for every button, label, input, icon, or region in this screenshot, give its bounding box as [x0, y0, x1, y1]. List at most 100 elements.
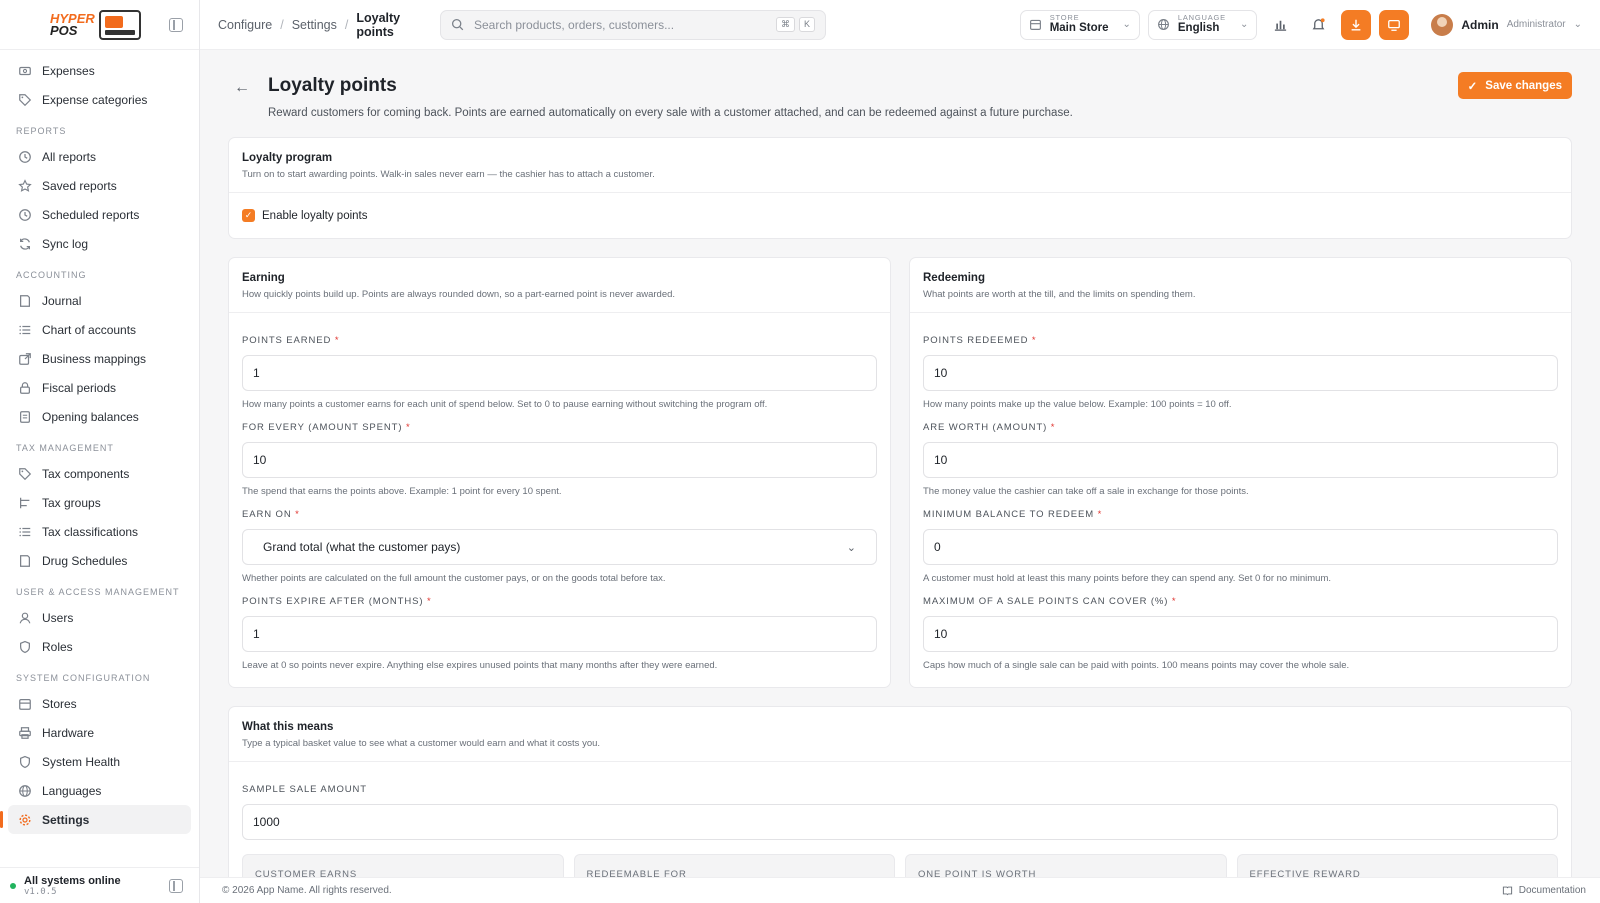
- sidebar-item-saved-reports[interactable]: Saved reports: [8, 171, 191, 200]
- sidebar-item-languages[interactable]: Languages: [8, 776, 191, 805]
- required-marker: *: [295, 509, 300, 520]
- card-body: ✓ Enable loyalty points: [229, 193, 1571, 238]
- avatar: [1431, 13, 1454, 36]
- sidebar-item-chart-of-accounts[interactable]: Chart of accounts: [8, 315, 191, 344]
- stat-redeemable-for: REDEEMABLE FOR: [573, 854, 895, 877]
- monitor-icon: [1388, 19, 1401, 31]
- page-header: ← Loyalty points Reward customers for co…: [228, 70, 1572, 119]
- expire-months-label-text: POINTS EXPIRE AFTER (MONTHS): [242, 596, 424, 607]
- analytics-button[interactable]: [1265, 10, 1295, 40]
- sidebar-item-tax-classifications[interactable]: Tax classifications: [8, 517, 191, 546]
- min-balance-input[interactable]: 0: [923, 529, 1558, 565]
- earn-on-label-text: EARN ON: [242, 509, 292, 520]
- sidebar-item-fiscal-periods[interactable]: Fiscal periods: [8, 373, 191, 402]
- sidebar-item-scheduled-reports[interactable]: Scheduled reports: [8, 200, 191, 229]
- card-description: Turn on to start awarding points. Walk-i…: [242, 169, 655, 180]
- sidebar-item-label: Scheduled reports: [42, 207, 140, 222]
- search-icon: [451, 18, 464, 31]
- sidebar-item-settings[interactable]: Settings: [0, 805, 191, 834]
- card-title: Earning: [242, 272, 285, 284]
- notifications-button[interactable]: [1303, 10, 1333, 40]
- min-balance-label-text: MINIMUM BALANCE TO REDEEM: [923, 509, 1095, 520]
- sidebar-item-drug-schedules[interactable]: Drug Schedules: [8, 546, 191, 575]
- globe-icon: [1157, 19, 1169, 30]
- earn-on-hint: Whether points are calculated on the ful…: [242, 573, 666, 584]
- amount-spent-input[interactable]: 10: [242, 442, 877, 478]
- earn-on-select[interactable]: Grand total (what the customer pays) ⌄: [242, 529, 877, 565]
- card-title: What this means: [242, 721, 334, 733]
- points-earned-input[interactable]: 1: [242, 355, 877, 391]
- language-picker[interactable]: LANGUAGE English ⌄: [1147, 9, 1258, 40]
- preview-card: What this means Type a typical basket va…: [228, 706, 1572, 877]
- sidebar-item-tax-groups[interactable]: Tax groups: [8, 488, 191, 517]
- logo-row: HYPER POS: [0, 0, 199, 50]
- sidebar-item-label: Languages: [42, 783, 102, 798]
- panel-toggle-icon[interactable]: [169, 878, 183, 893]
- kbd-k: K: [798, 17, 815, 32]
- sidebar-footer: All systems online v1.0.5: [0, 867, 199, 903]
- enable-loyalty-checkbox[interactable]: ✓: [242, 209, 255, 222]
- sidebar-item-label: Settings: [42, 812, 90, 827]
- expire-months-input[interactable]: 1: [242, 616, 877, 652]
- sidebar-item-label: Users: [42, 610, 74, 625]
- pos-terminal-button[interactable]: [1379, 9, 1410, 40]
- sidebar-item-journal[interactable]: Journal: [8, 286, 191, 315]
- sidebar-item-label: Tax groups: [42, 495, 101, 510]
- bell-icon: [1312, 18, 1325, 30]
- breadcrumb-configure[interactable]: Configure: [218, 18, 272, 32]
- sidebar-item-roles[interactable]: Roles: [8, 632, 191, 661]
- save-changes-button[interactable]: ✓ Save changes: [1457, 72, 1572, 99]
- system-status[interactable]: All systems online v1.0.5: [10, 875, 121, 897]
- chevron-down-icon: ⌄: [1573, 19, 1582, 30]
- copyright: © 2026 App Name. All rights reserved.: [222, 885, 392, 896]
- breadcrumb-separator: /: [344, 17, 349, 32]
- page-subtitle: Reward customers for coming back. Points…: [268, 107, 1073, 119]
- sidebar-item-stores[interactable]: Stores: [8, 689, 191, 718]
- version-label: v1.0.5: [24, 886, 57, 897]
- max-cover-hint: Caps how much of a single sale can be pa…: [923, 660, 1350, 671]
- sidebar-item-sync-log[interactable]: Sync log: [8, 229, 191, 258]
- app-logo[interactable]: HYPER POS: [50, 9, 141, 40]
- breadcrumb-settings[interactable]: Settings: [292, 18, 337, 32]
- sidebar-item-opening-balances[interactable]: Opening balances: [8, 402, 191, 431]
- sidebar-item-expense-categories[interactable]: Expense categories: [8, 85, 191, 114]
- card-header: Loyalty program Turn on to start awardin…: [229, 138, 1571, 193]
- sidebar-item-system-health[interactable]: System Health: [8, 747, 191, 776]
- sidebar-collapse-icon[interactable]: [169, 17, 183, 32]
- kbd-cmd: ⌘: [775, 17, 795, 32]
- sidebar-item-users[interactable]: Users: [8, 603, 191, 632]
- sidebar-item-all-reports[interactable]: All reports: [8, 142, 191, 171]
- sidebar-item-expenses[interactable]: Expenses: [8, 56, 191, 85]
- earn-on-label: EARN ON *: [242, 509, 877, 520]
- documentation-link[interactable]: Documentation: [1502, 885, 1586, 896]
- points-redeemed-input[interactable]: 10: [923, 355, 1558, 391]
- card-description: How quickly points build up. Points are …: [242, 289, 676, 300]
- worth-amount-input[interactable]: 10: [923, 442, 1558, 478]
- breadcrumb-current: Loyalty points: [356, 10, 401, 39]
- enable-loyalty-label[interactable]: Enable loyalty points: [262, 210, 367, 222]
- stat-point-worth: ONE POINT IS WORTH: [905, 854, 1227, 877]
- nav-section-accounting: ACCOUNTING: [16, 270, 87, 280]
- sidebar-item-hardware[interactable]: Hardware: [8, 718, 191, 747]
- user-menu[interactable]: Admin Administrator ⌄: [1431, 13, 1582, 36]
- search-input[interactable]: Search products, orders, customers... ⌘ …: [440, 9, 826, 40]
- sidebar-item-business-mappings[interactable]: Business mappings: [8, 344, 191, 373]
- lock-icon: [18, 381, 32, 395]
- gear-icon: [18, 813, 32, 827]
- points-earned-label-text: POINTS EARNED: [242, 335, 332, 346]
- required-marker: *: [426, 596, 432, 607]
- preview-stats: CUSTOMER EARNS REDEEMABLE FOR ONE POINT …: [242, 854, 1558, 877]
- language-value: English: [1177, 22, 1220, 34]
- sidebar-item-tax-components[interactable]: Tax components: [8, 459, 191, 488]
- points-earned-label: POINTS EARNED *: [242, 335, 877, 346]
- store-picker[interactable]: STORE Main Store ⌄: [1019, 9, 1140, 40]
- book-icon: [1502, 886, 1512, 896]
- max-cover-input[interactable]: 10: [923, 616, 1558, 652]
- sidebar-item-label: All reports: [42, 149, 97, 164]
- back-arrow-icon[interactable]: ←: [228, 74, 256, 102]
- sample-sale-input[interactable]: 1000: [242, 804, 1558, 840]
- download-button[interactable]: [1341, 9, 1372, 40]
- sidebar-item-label: Expenses: [42, 63, 95, 78]
- worth-amount-label: ARE WORTH (AMOUNT) *: [923, 422, 1558, 433]
- settings-columns: Earning How quickly points build up. Poi…: [228, 239, 1572, 688]
